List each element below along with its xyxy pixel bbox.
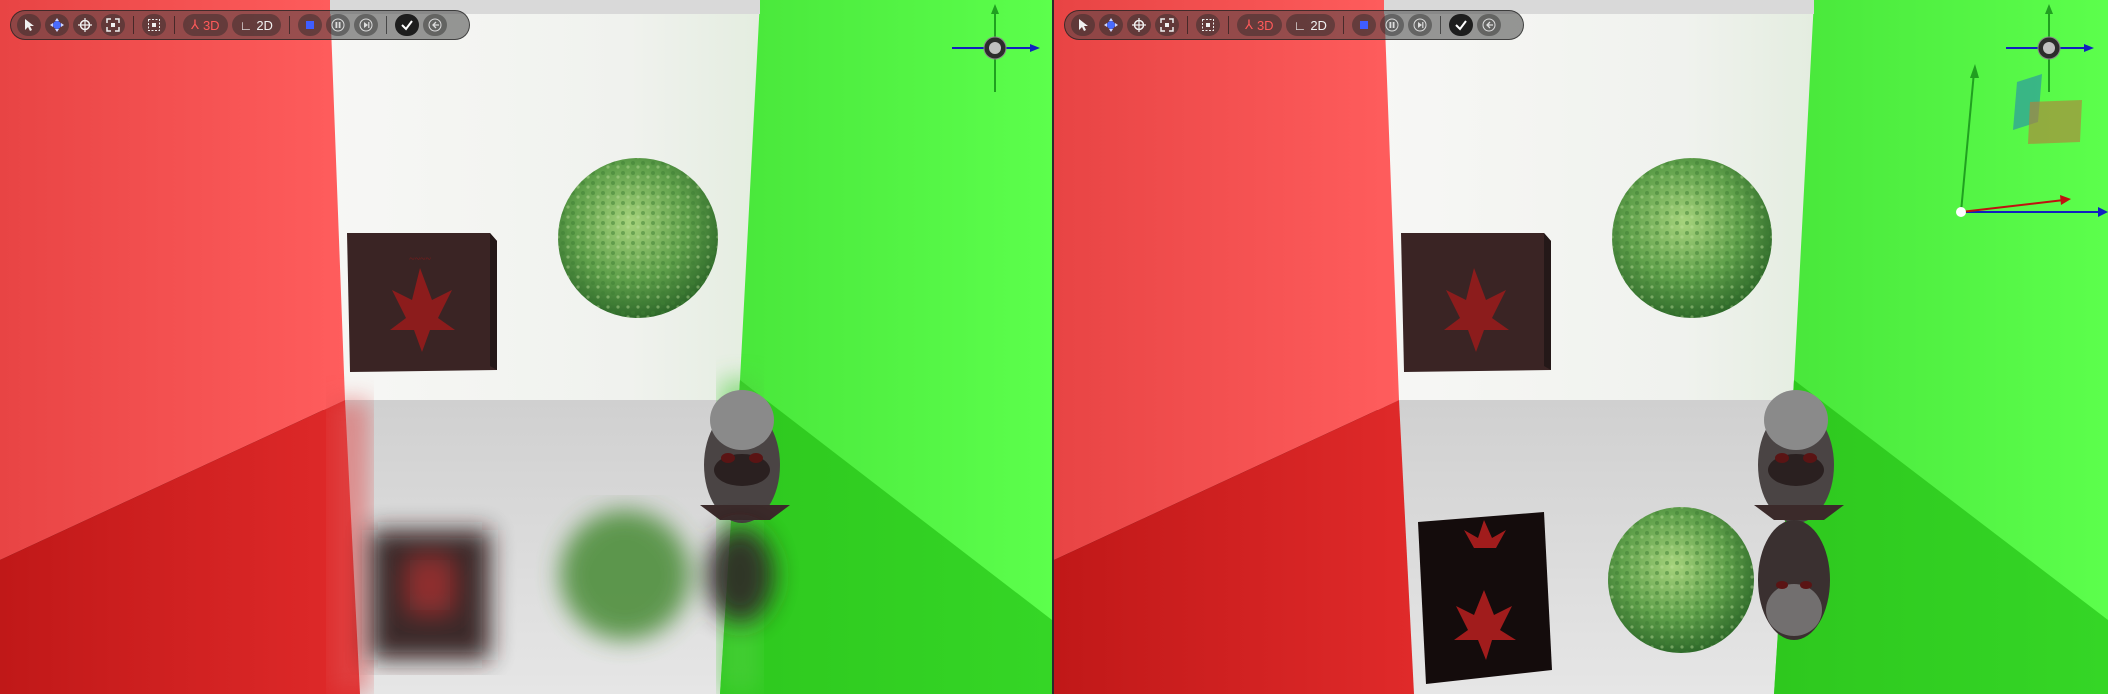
- viewport-left[interactable]: ~~~~ ⅄ 3D ∟ 2D: [0, 0, 1052, 694]
- mode-2d-label: 2D: [256, 17, 273, 33]
- move-arrows-icon: [1104, 18, 1118, 32]
- toolbar-separator: [385, 16, 387, 34]
- rotate-tool-button[interactable]: [1127, 14, 1151, 36]
- gizmo-origin-handle[interactable]: [1956, 207, 1966, 217]
- rotate-tool-button[interactable]: [73, 14, 97, 36]
- axes-3d-icon: ⅄: [191, 17, 199, 32]
- toolbar-separator: [1342, 16, 1344, 34]
- viewport-toolbar-left: ⅄ 3D ∟ 2D: [10, 10, 470, 40]
- toolbar-separator: [1228, 16, 1229, 34]
- axes-3d-icon: ⅄: [1245, 17, 1253, 32]
- back-arrow-icon: [428, 18, 442, 32]
- plane-handle-xy[interactable]: [2028, 100, 2082, 144]
- check-icon: [1455, 20, 1467, 31]
- mode-3d-label: 3D: [1256, 17, 1274, 33]
- stop-button[interactable]: [1351, 14, 1376, 36]
- stop-icon: [305, 21, 314, 29]
- move-tool-button[interactable]: [45, 14, 69, 36]
- mode-3d-label: 3D: [202, 17, 220, 33]
- pause-button[interactable]: [1379, 14, 1404, 36]
- scale-tool-button[interactable]: [101, 14, 125, 36]
- toolbar-separator: [1187, 16, 1188, 34]
- scene-render-left[interactable]: ~~~~: [0, 0, 1052, 694]
- rotate-crosshair-icon: [78, 18, 92, 32]
- cursor-arrow-icon: [1079, 19, 1088, 31]
- scale-frame-icon: [1160, 18, 1174, 32]
- back-button[interactable]: [1476, 14, 1501, 36]
- toolbar-separator: [1439, 16, 1441, 34]
- viewport-right[interactable]: ⅄ 3D ∟ 2D: [1054, 0, 2108, 694]
- move-tool-button[interactable]: [1099, 14, 1123, 36]
- select-tool-button[interactable]: [1071, 14, 1095, 36]
- check-icon: [401, 20, 413, 31]
- stop-icon: [1359, 21, 1368, 29]
- pause-button[interactable]: [325, 14, 350, 36]
- stop-button[interactable]: [297, 14, 322, 36]
- toolbar-separator: [174, 16, 175, 34]
- mode-3d-button[interactable]: ⅄ 3D: [183, 14, 228, 36]
- pause-icon: [1385, 18, 1399, 32]
- grid-icon: [148, 19, 160, 31]
- toolbar-separator: [288, 16, 290, 34]
- mode-2d-button[interactable]: ∟ 2D: [231, 14, 281, 36]
- scale-tool-button[interactable]: [1155, 14, 1179, 36]
- step-icon: [1413, 18, 1427, 32]
- mode-2d-label: 2D: [1310, 17, 1327, 33]
- mode-2d-button[interactable]: ∟ 2D: [1285, 14, 1335, 36]
- back-button[interactable]: [422, 14, 447, 36]
- axes-2d-icon: ∟: [239, 17, 253, 33]
- step-button[interactable]: [353, 14, 378, 36]
- confirm-button[interactable]: [394, 14, 419, 36]
- axes-2d-icon: ∟: [1293, 17, 1307, 33]
- rotate-crosshair-icon: [1132, 18, 1146, 32]
- mode-3d-button[interactable]: ⅄ 3D: [1237, 14, 1282, 36]
- scene-render-right[interactable]: [1054, 0, 2108, 694]
- confirm-button[interactable]: [1448, 14, 1473, 36]
- cursor-arrow-icon: [25, 19, 34, 31]
- pause-icon: [331, 18, 345, 32]
- move-arrows-icon: [50, 18, 64, 32]
- grid-snap-button[interactable]: [1196, 14, 1220, 36]
- viewport-toolbar-right: ⅄ 3D ∟ 2D: [1064, 10, 1524, 40]
- step-button[interactable]: [1407, 14, 1432, 36]
- step-icon: [359, 18, 373, 32]
- scale-frame-icon: [106, 18, 120, 32]
- svg-text:~~~~: ~~~~: [409, 254, 431, 265]
- select-tool-button[interactable]: [17, 14, 41, 36]
- back-arrow-icon: [1482, 18, 1496, 32]
- toolbar-separator: [133, 16, 134, 34]
- grid-icon: [1202, 19, 1214, 31]
- grid-snap-button[interactable]: [142, 14, 166, 36]
